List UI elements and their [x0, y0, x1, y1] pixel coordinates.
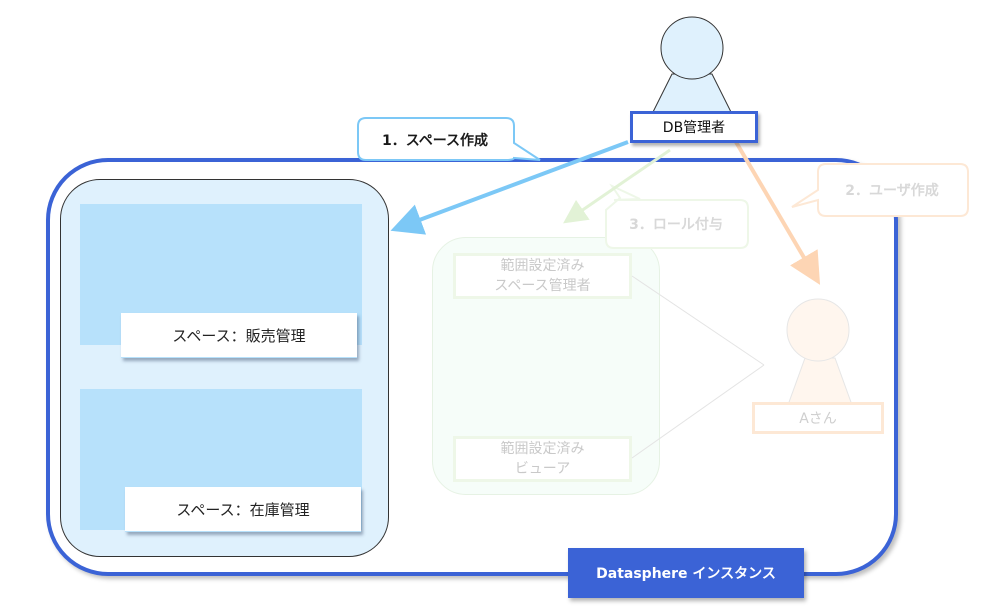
user-person-icon	[786, 298, 853, 406]
admin-person-icon	[647, 16, 737, 123]
callout-step3-label: 3．ロール付与	[629, 217, 723, 233]
user-a-label[interactable]: Aさん	[752, 402, 884, 434]
instance-label: Datasphere インスタンス	[568, 548, 804, 598]
callout-step2-label: 2．ユーザ作成	[845, 183, 939, 199]
callout-step1-label: 1．スペース作成	[381, 133, 489, 149]
connector-role-admin-to-user	[631, 275, 765, 366]
connector-role-viewer-to-user	[631, 364, 765, 459]
diagram-overlay	[357, 16, 969, 459]
admin-label[interactable]: DB管理者	[630, 111, 758, 143]
